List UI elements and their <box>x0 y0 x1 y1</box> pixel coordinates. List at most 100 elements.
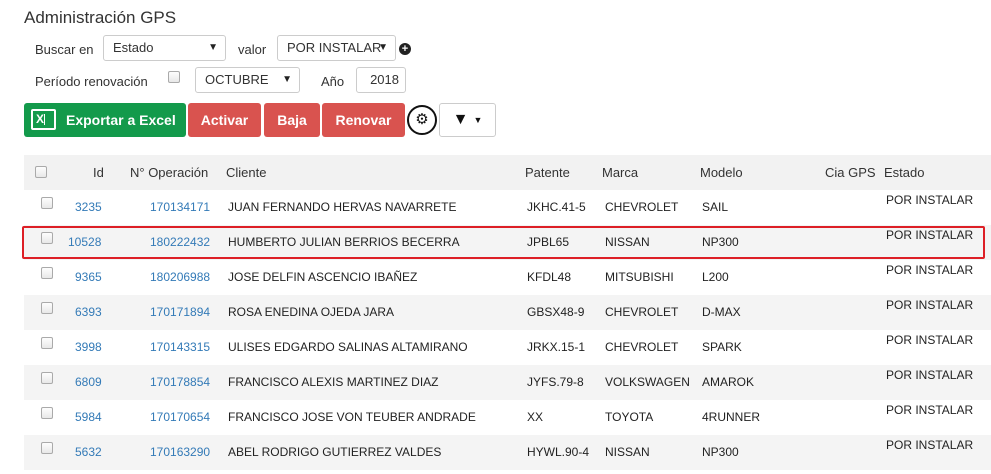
row-modelo: L200 <box>702 270 729 284</box>
row-modelo: NP300 <box>702 235 739 249</box>
valor-value: POR INSTALAR <box>287 40 382 55</box>
row-id-link[interactable]: 5632 <box>75 435 102 470</box>
valor-label: valor <box>238 42 267 57</box>
export-excel-button[interactable]: X Exportar a Excel <box>24 103 186 137</box>
row-operacion-link[interactable]: 170134171 <box>150 190 210 225</box>
row-modelo: SPARK <box>702 340 742 354</box>
select-all-checkbox[interactable] <box>35 166 47 178</box>
mes-select[interactable]: OCTUBRE ▼ <box>195 67 300 93</box>
row-patente: HYWL.90-4 <box>527 445 590 459</box>
header-operacion[interactable]: N° Operación <box>130 155 208 190</box>
row-estado: POR INSTALAR <box>886 333 974 347</box>
row-patente: GBSX48-9 <box>527 305 585 319</box>
header-modelo[interactable]: Modelo <box>700 155 743 190</box>
table-row[interactable]: 5632 170163290 ABEL RODRIGO GUTIERREZ VA… <box>24 435 991 470</box>
table-row[interactable]: 3998 170143315 ULISES EDGARDO SALINAS AL… <box>24 330 991 365</box>
row-id-link[interactable]: 9365 <box>75 260 102 295</box>
row-cliente: JOSE DELFIN ASCENCIO IBAÑEZ <box>228 270 418 284</box>
table-row[interactable]: 10528 180222432 HUMBERTO JULIAN BERRIOS … <box>24 225 991 260</box>
anio-label: Año <box>321 74 345 89</box>
add-circle-icon[interactable]: + <box>399 43 411 55</box>
row-cliente: ROSA ENEDINA OJEDA JARA <box>228 305 395 319</box>
periodo-label: Período renovación <box>35 74 148 89</box>
row-checkbox[interactable] <box>41 442 53 454</box>
row-marca: VOLKSWAGEN <box>605 375 690 389</box>
row-checkbox[interactable] <box>41 232 53 244</box>
row-id-link[interactable]: 6393 <box>75 295 102 330</box>
row-estado: POR INSTALAR <box>886 298 974 312</box>
row-id-link[interactable]: 10528 <box>68 225 101 260</box>
row-operacion-link[interactable]: 170163290 <box>150 435 210 470</box>
row-operacion-link[interactable]: 170178854 <box>150 365 210 400</box>
table-row[interactable]: 5984 170170654 FRANCISCO JOSE VON TEUBER… <box>24 400 991 435</box>
header-id[interactable]: Id <box>93 155 104 190</box>
row-patente: XX <box>527 410 544 424</box>
row-checkbox[interactable] <box>41 267 53 279</box>
valor-select[interactable]: POR INSTALAR ▼ <box>277 35 396 61</box>
header-cliente[interactable]: Cliente <box>226 155 266 190</box>
row-estado: POR INSTALAR <box>886 263 974 277</box>
row-marca: NISSAN <box>605 445 650 459</box>
row-cliente: FRANCISCO ALEXIS MARTINEZ DIAZ <box>228 375 439 389</box>
row-modelo: SAIL <box>702 200 729 214</box>
buscar-value: Estado <box>113 40 154 55</box>
header-cia-gps[interactable]: Cia GPS <box>825 155 876 190</box>
row-patente: KFDL48 <box>527 270 572 284</box>
export-excel-label: Exportar a Excel <box>66 112 176 128</box>
table-header: Id N° Operación Cliente Patente Marca Mo… <box>24 155 991 190</box>
row-estado: POR INSTALAR <box>886 403 974 417</box>
row-operacion-link[interactable]: 170170654 <box>150 400 210 435</box>
row-id-link[interactable]: 6809 <box>75 365 102 400</box>
table-row[interactable]: 6809 170178854 FRANCISCO ALEXIS MARTINEZ… <box>24 365 991 400</box>
row-checkbox[interactable] <box>41 302 53 314</box>
row-patente: JKHC.41-5 <box>527 200 586 214</box>
buscar-select[interactable]: Estado ▼ <box>103 35 226 61</box>
buscar-label: Buscar en <box>35 42 94 57</box>
row-checkbox[interactable] <box>41 372 53 384</box>
table-row[interactable]: 9365 180206988 JOSE DELFIN ASCENCIO IBAÑ… <box>24 260 991 295</box>
baja-button[interactable]: Baja <box>264 103 320 137</box>
row-patente: JRKX.15-1 <box>527 340 586 354</box>
row-cliente: FRANCISCO JOSE VON TEUBER ANDRADE <box>228 410 476 424</box>
row-operacion-link[interactable]: 170171894 <box>150 295 210 330</box>
row-id-link[interactable]: 3998 <box>75 330 102 365</box>
row-modelo: 4RUNNER <box>702 410 761 424</box>
row-modelo: D-MAX <box>702 305 741 319</box>
row-id-link[interactable]: 3235 <box>75 190 102 225</box>
periodo-checkbox[interactable] <box>168 71 180 83</box>
row-cliente: JUAN FERNANDO HERVAS NAVARRETE <box>228 200 457 214</box>
row-operacion-link[interactable]: 180222432 <box>150 225 210 260</box>
filter-dropdown-button[interactable]: ▼ ▼ <box>439 103 496 137</box>
row-cliente: HUMBERTO JULIAN BERRIOS BECERRA <box>228 235 460 249</box>
row-estado: POR INSTALAR <box>886 193 974 207</box>
caret-down-icon: ▼ <box>378 42 388 53</box>
row-modelo: NP300 <box>702 445 739 459</box>
row-marca: TOYOTA <box>605 410 654 424</box>
row-operacion-link[interactable]: 180206988 <box>150 260 210 295</box>
row-marca: CHEVROLET <box>605 340 679 354</box>
row-marca: MITSUBISHI <box>605 270 674 284</box>
table-row[interactable]: 6393 170171894 ROSA ENEDINA OJEDA JARA G… <box>24 295 991 330</box>
caret-down-icon: ▼ <box>208 42 218 53</box>
anio-input[interactable]: 2018 <box>356 67 406 93</box>
table-row[interactable]: 3235 170134171 JUAN FERNANDO HERVAS NAVA… <box>24 190 991 225</box>
row-operacion-link[interactable]: 170143315 <box>150 330 210 365</box>
row-id-link[interactable]: 5984 <box>75 400 102 435</box>
report-settings-icon[interactable]: ⚙ <box>407 105 437 135</box>
row-checkbox[interactable] <box>41 407 53 419</box>
activar-button[interactable]: Activar <box>188 103 261 137</box>
row-checkbox[interactable] <box>41 337 53 349</box>
header-marca[interactable]: Marca <box>602 155 638 190</box>
page-title: Administración GPS <box>24 8 177 27</box>
row-marca: CHEVROLET <box>605 305 679 319</box>
renovar-button[interactable]: Renovar <box>322 103 405 137</box>
row-modelo: AMAROK <box>702 375 755 389</box>
row-checkbox[interactable] <box>41 197 53 209</box>
row-marca: NISSAN <box>605 235 650 249</box>
filter-icon: ▼ <box>452 111 469 129</box>
caret-down-icon: ▼ <box>282 74 292 85</box>
row-patente: JYFS.79-8 <box>527 375 584 389</box>
caret-down-icon: ▼ <box>473 115 483 125</box>
mes-value: OCTUBRE <box>205 72 269 87</box>
header-patente[interactable]: Patente <box>525 155 570 190</box>
